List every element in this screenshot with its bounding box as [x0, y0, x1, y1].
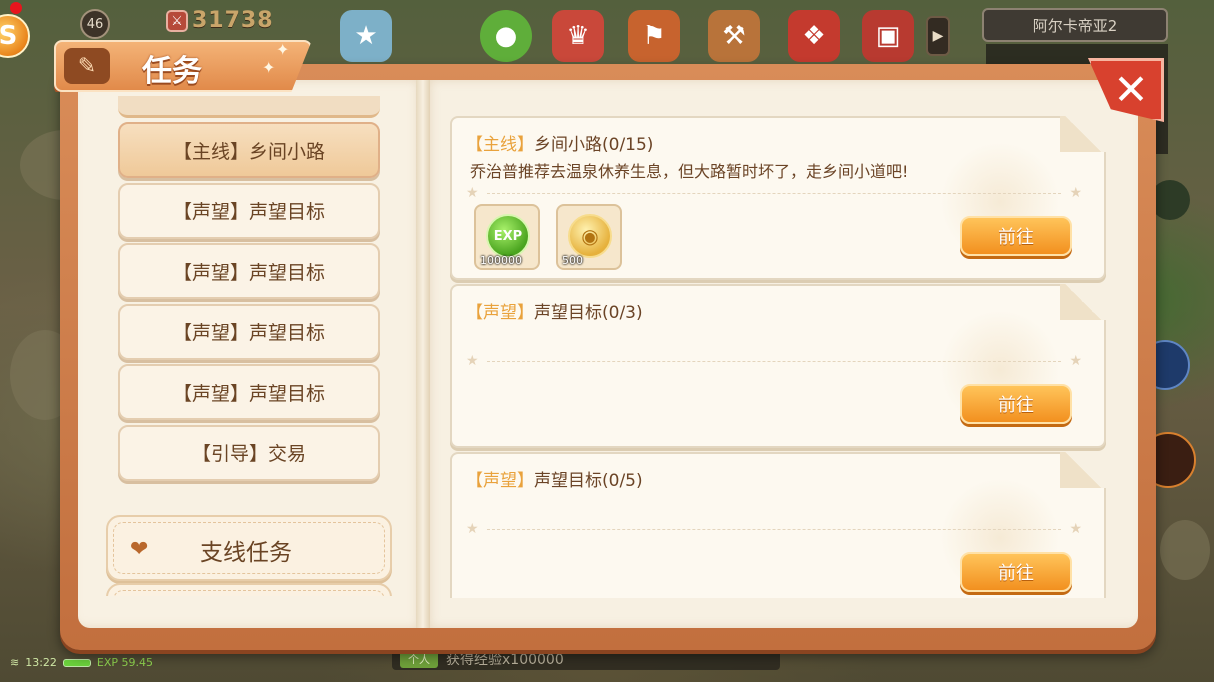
quest-list-item-label: 【声望】声望目标 — [172, 382, 325, 405]
page-fold — [1060, 284, 1106, 320]
quest-list-item-label: 【引导】交易 — [191, 443, 306, 465]
quest-detail-list: 【主线】乡间小路(0/15) 乔治普推荐去温泉休养生息，但大路暂时坏了，走乡间小道… — [448, 112, 1112, 598]
quest-card: 【声望】声望目标(0/3) ★ ★ 前往 — [450, 284, 1106, 448]
coin-icon: ◉ — [568, 214, 612, 258]
reward-slot[interactable]: EXP 100000 — [474, 204, 540, 270]
message-text: 获得经验x100000 — [446, 652, 564, 668]
book-spine — [416, 80, 430, 628]
quest-list-item-label: 【声望】声望目标 — [172, 261, 325, 284]
sparkle-icon: ✦ — [276, 40, 290, 59]
quest-list-item[interactable]: 【声望】声望目标 — [118, 364, 380, 420]
hero-event-icon[interactable]: ♛ — [552, 10, 604, 62]
star-icon: ★ — [466, 353, 479, 369]
quest-tag: 【声望】 — [466, 303, 534, 323]
window-title: 任务 — [142, 54, 202, 89]
go-button[interactable]: 前往 — [960, 384, 1072, 424]
wifi-icon: ≋ — [10, 656, 20, 669]
card-separator: ★ ★ — [466, 185, 1082, 201]
status-bar: ≋ 13:22 EXP 59.45 — [10, 656, 153, 669]
star-icon: ★ — [1069, 353, 1082, 369]
message-tag: 个人 — [400, 650, 438, 668]
quest-name: 乡间小路(0/15) — [534, 135, 654, 155]
go-button[interactable]: 前往 — [960, 552, 1072, 592]
server-name[interactable]: 阿尔卡帝亚2 — [982, 8, 1168, 42]
dashed-line — [486, 528, 1062, 530]
reward-slot[interactable]: ◉ 500 — [556, 204, 622, 270]
dashed-line — [486, 360, 1062, 362]
quest-card: 【声望】声望目标(0/5) ★ ★ 前往 — [450, 452, 1106, 598]
power-icon: ⚔ — [166, 10, 188, 32]
chevron-down-icon: ❤ — [130, 537, 149, 562]
side-button[interactable] — [1150, 180, 1190, 220]
star-icon: ★ — [466, 185, 479, 201]
pet-avatar-icon[interactable]: ★ — [340, 10, 392, 62]
card-separator: ★ ★ — [466, 521, 1082, 537]
quest-title: 【主线】乡间小路(0/15) — [466, 130, 653, 155]
clock-time: 13:22 — [25, 656, 57, 669]
system-message: 个人 获得经验x100000 — [392, 648, 780, 670]
page-fold — [1060, 452, 1106, 488]
quest-category[interactable]: ❤活动任务 — [106, 583, 392, 596]
quest-list-item[interactable]: 【声望】声望目标 — [118, 303, 380, 360]
game-logo-icon[interactable]: S — [0, 14, 30, 58]
dashed-line — [486, 192, 1062, 194]
quest-category[interactable]: ❤ 支线任务 — [106, 515, 392, 581]
gift-icon[interactable]: ❖ — [788, 10, 840, 62]
category-border — [113, 590, 385, 596]
quest-list: 【主线】乡间小路 【声望】声望目标 【声望】声望目标 【声望】声望目标 【声望】声望目标… — [106, 96, 396, 596]
background-rock — [1160, 520, 1210, 580]
star-icon: ★ — [1069, 185, 1082, 201]
power-value: 31738 — [192, 8, 274, 33]
quest-description: 乔治普推荐去温泉休养生息，但大路暂时坏了，走乡间小道吧! — [470, 162, 909, 181]
quest-name: 声望目标(0/3) — [534, 303, 643, 323]
activity-icon[interactable]: ⚑ — [628, 10, 680, 62]
quest-list-item[interactable]: 【声望】声望目标 — [118, 182, 380, 239]
star-icon: ★ — [466, 521, 479, 537]
hud-expand-arrow-icon[interactable]: ▶ — [926, 16, 950, 56]
quest-list-item-label: 【主线】乡间小路 — [172, 140, 325, 163]
star-icon: ★ — [1069, 521, 1082, 537]
page-fold — [1060, 116, 1106, 152]
quest-title: 【声望】声望目标(0/3) — [466, 298, 643, 323]
go-button[interactable]: 前往 — [960, 216, 1072, 256]
quest-title: 【声望】声望目标(0/5) — [466, 466, 643, 491]
quest-name: 声望目标(0/5) — [534, 471, 643, 491]
chest-icon[interactable]: ▣ — [862, 10, 914, 62]
card-separator: ★ ★ — [466, 353, 1082, 369]
quest-category-label: 支线任务 — [200, 540, 292, 566]
quest-list-item[interactable]: 【引导】交易 — [118, 424, 380, 481]
reward-quantity: 500 — [562, 254, 583, 267]
exp-label: EXP 59.45 — [96, 656, 154, 669]
quest-tag: 【主线】 — [466, 135, 534, 155]
sparkle-icon: ✦ — [262, 58, 276, 77]
player-level-badge[interactable]: 46 — [80, 9, 110, 39]
notification-dot-icon — [10, 2, 22, 14]
quest-tag: 【声望】 — [466, 471, 534, 491]
list-scroll-edge — [118, 96, 380, 118]
close-icon: ✕ — [1113, 65, 1149, 114]
shop-icon[interactable]: ⚒ — [708, 10, 760, 62]
quest-list-item-label: 【声望】声望目标 — [172, 201, 325, 223]
quest-list-item-label: 【声望】声望目标 — [172, 322, 325, 344]
quest-list-item[interactable]: 【主线】乡间小路 — [118, 122, 380, 178]
quest-list-item[interactable]: 【声望】声望目标 — [118, 243, 380, 299]
exp-icon: EXP — [486, 214, 530, 258]
quest-scroll-icon: ✎ — [64, 48, 110, 84]
battery-icon — [62, 658, 91, 667]
reward-quantity: 100000 — [480, 254, 522, 267]
quest-card: 【主线】乡间小路(0/15) 乔治普推荐去温泉休养生息，但大路暂时坏了，走乡间小道… — [450, 116, 1106, 280]
wechat-icon[interactable]: ● — [480, 10, 532, 62]
